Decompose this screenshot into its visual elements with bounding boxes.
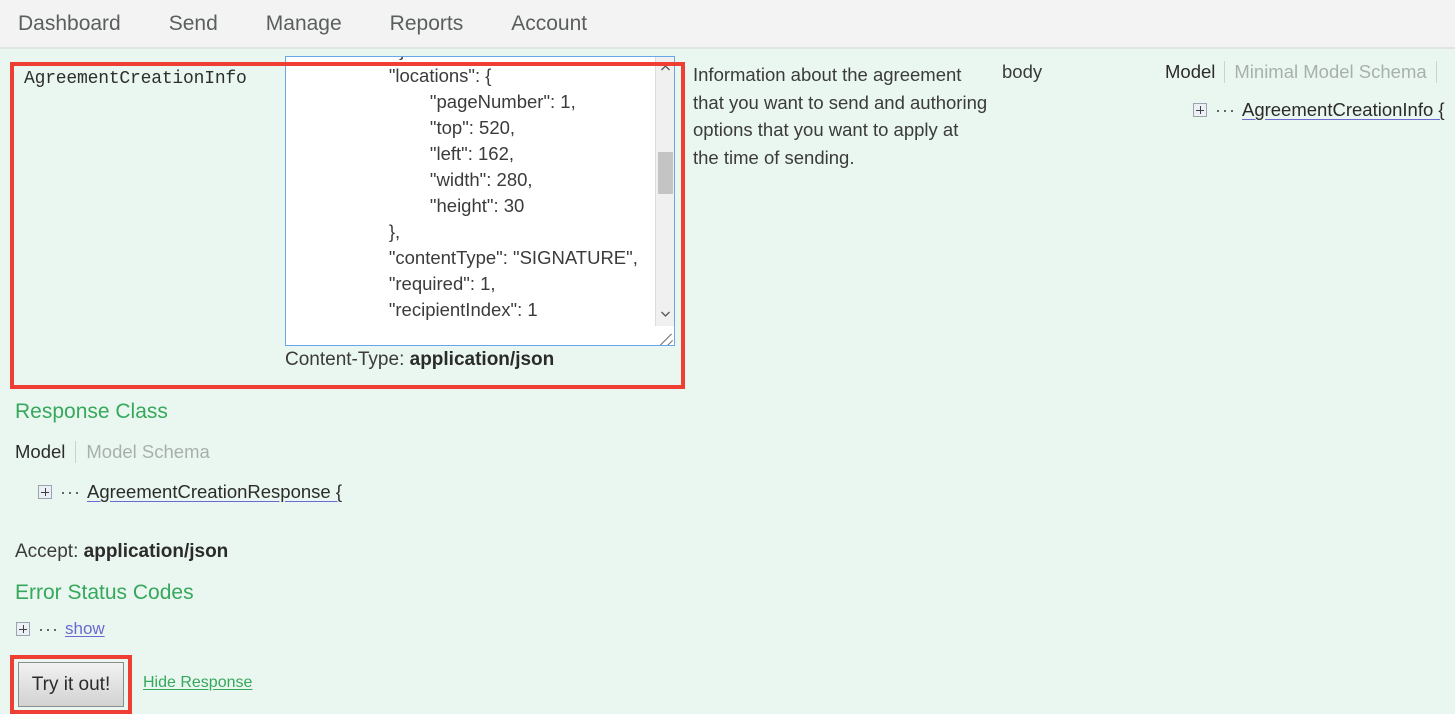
parameter-type-label: body: [1002, 61, 1042, 83]
error-status-codes-heading: Error Status Codes: [15, 582, 194, 603]
error-status-codes-tree-node: ··· show: [16, 619, 105, 639]
ellipsis-icon-response: ···: [60, 483, 81, 501]
parameter-schema-root-link[interactable]: AgreementCreationInfo {: [1242, 99, 1445, 121]
nav-item-send[interactable]: Send: [169, 13, 218, 34]
try-it-out-button[interactable]: Try it out!: [18, 662, 124, 707]
parameter-value-textarea[interactable]: SIGNATURE"} "locations": { "pageNumber":…: [285, 56, 675, 346]
chevron-up-icon: [661, 65, 670, 71]
tab-response-model[interactable]: Model: [15, 441, 65, 462]
nav-item-reports[interactable]: Reports: [390, 13, 464, 34]
content-type-line: Content-Type: application/json: [285, 349, 554, 371]
parameter-schema-tree-node: ··· AgreementCreationInfo {: [1193, 99, 1455, 121]
response-schema-tree: ··· AgreementCreationResponse {: [38, 481, 342, 503]
accept-value: application/json: [84, 541, 229, 562]
ellipsis-icon: ···: [1215, 101, 1236, 119]
scroll-up-icon[interactable]: [656, 59, 674, 77]
nav-item-dashboard[interactable]: Dashboard: [18, 13, 121, 34]
accept-line: Accept: application/json: [15, 541, 228, 563]
response-schema-root-link[interactable]: AgreementCreationResponse {: [87, 481, 342, 503]
ellipsis-icon-errors: ···: [38, 620, 59, 638]
tab-response-model-schema[interactable]: Model Schema: [86, 441, 209, 462]
parameter-model-section: Model Minimal Model Schema ··· Agreement…: [1165, 61, 1455, 121]
error-status-codes-tree: ··· show: [16, 619, 105, 639]
tab-model[interactable]: Model: [1165, 61, 1215, 82]
response-tab-separator: [75, 441, 76, 463]
response-model-tabs: Model Model Schema: [15, 441, 210, 463]
expand-plus-icon-response[interactable]: [38, 485, 52, 499]
parameter-row: AgreementCreationInfo SIGNATURE"} "locat…: [0, 49, 1455, 389]
textarea-scrollbar[interactable]: [655, 57, 674, 345]
nav-item-manage[interactable]: Manage: [266, 13, 342, 34]
parameter-description: Information about the agreement that you…: [693, 61, 988, 171]
tab-separator: [1224, 61, 1225, 83]
scroll-down-icon[interactable]: [656, 305, 674, 323]
content-type-value: application/json: [410, 349, 555, 370]
parameter-json-content[interactable]: SIGNATURE"} "locations": { "pageNumber":…: [286, 56, 648, 323]
response-schema-tree-node: ··· AgreementCreationResponse {: [38, 481, 342, 503]
expand-plus-icon-errors[interactable]: [16, 622, 30, 636]
chevron-down-icon: [661, 311, 670, 317]
expand-plus-icon[interactable]: [1193, 103, 1207, 117]
tab-minimal-model-schema[interactable]: Minimal Model Schema: [1234, 61, 1426, 82]
top-navigation-bar: Dashboard Send Manage Reports Account: [0, 0, 1455, 49]
parameter-model-tabs: Model Minimal Model Schema: [1165, 61, 1455, 83]
response-class-heading: Response Class: [15, 401, 168, 422]
accept-label: Accept:: [15, 541, 78, 562]
nav-item-account[interactable]: Account: [511, 13, 587, 34]
tab-separator-end: [1436, 61, 1437, 83]
scrollbar-thumb[interactable]: [658, 152, 673, 194]
parameter-name-label: AgreementCreationInfo: [24, 69, 247, 89]
content-type-label: Content-Type:: [285, 349, 404, 370]
hide-response-link[interactable]: Hide Response: [143, 674, 252, 692]
textarea-resize-handle[interactable]: [655, 326, 674, 345]
show-error-codes-link[interactable]: show: [65, 619, 105, 639]
api-operation-panel: AgreementCreationInfo SIGNATURE"} "locat…: [0, 49, 1455, 714]
